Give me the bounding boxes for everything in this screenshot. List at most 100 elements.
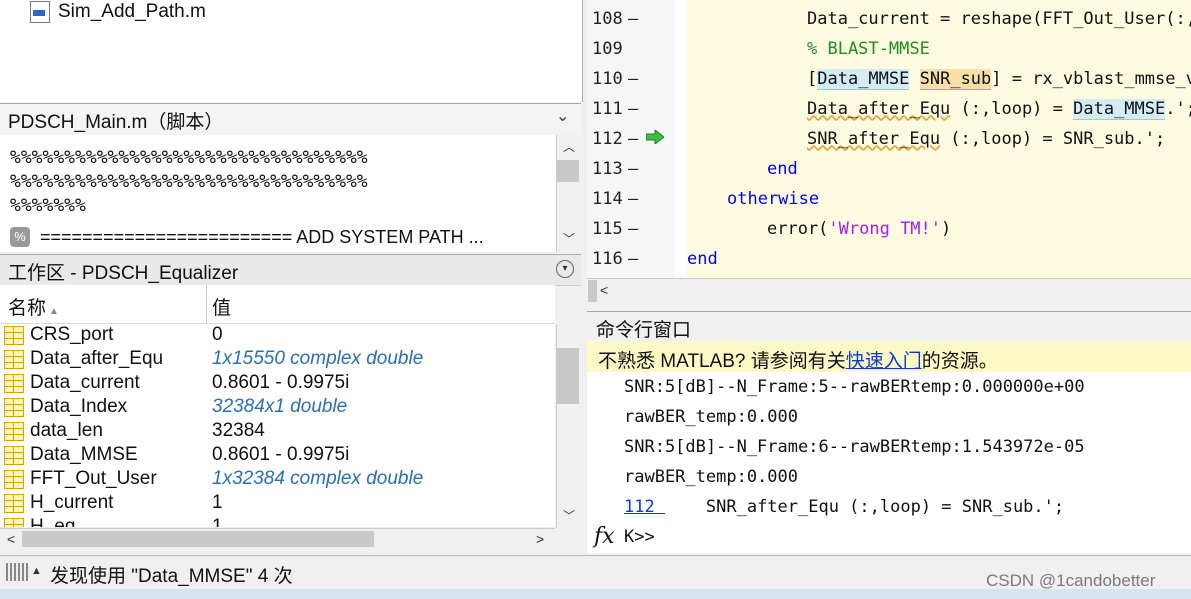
panel-menu-icon[interactable]: ▾	[556, 260, 574, 278]
workspace-hscroll-thumb[interactable]	[22, 531, 374, 547]
code-line-112: SNR_after_Equ (:,loop) = SNR_sub.';	[807, 129, 1165, 149]
cell-percent-icon: %	[10, 227, 30, 247]
workspace-row[interactable]: Data_Index 32384x1 double	[0, 396, 555, 420]
details-line: %%%%%%%%%%%%%%%%%%%%%%%%%%%%%%%%%	[10, 171, 368, 192]
column-value-header[interactable]: 值	[212, 293, 231, 320]
output-line: SNR:5[dB]--N_Frame:5--rawBERtemp:0.00000…	[624, 377, 1085, 397]
breakpoint-slot[interactable]: —	[628, 159, 638, 179]
matrix-icon	[4, 374, 24, 393]
variable-value: 1	[212, 516, 223, 527]
grip-icon[interactable]	[6, 563, 28, 581]
code-line-111: Data_after_Equ (:,loop) = Data_MMSE.';	[807, 99, 1191, 120]
variable-name: FFT_Out_User	[30, 468, 157, 489]
output-line: SNR:5[dB]--N_Frame:6--rawBERtemp:1.54397…	[624, 437, 1085, 457]
chevron-down-icon[interactable]: ⌄	[556, 106, 569, 126]
breakpoint-slot[interactable]: —	[628, 99, 638, 119]
debug-location-line: 112 SNR_after_Equ (:,loop) = SNR_sub.';	[624, 497, 1064, 517]
line-number: 110	[592, 69, 623, 89]
variable-name: H_current	[30, 492, 114, 513]
workspace-row[interactable]: Data_after_Equ 1x15550 complex double	[0, 348, 555, 372]
breakpoint-slot[interactable]: —	[628, 129, 638, 149]
code-token: (:,loop) = SNR_sub.';	[940, 129, 1166, 149]
matrix-icon	[4, 446, 24, 465]
variable-name: H_eq	[30, 516, 76, 527]
variable-value: 0	[212, 324, 223, 345]
details-line: %%%%%%%	[10, 195, 86, 216]
variable-value: 1	[212, 492, 223, 513]
file-item[interactable]: Sim_Add_Path.m	[30, 0, 206, 24]
line-number: 112	[592, 129, 623, 149]
details-title: PDSCH_Main.m（脚本）	[8, 112, 224, 133]
workspace-row[interactable]: data_len 32384	[0, 420, 555, 444]
code-token: [	[807, 69, 818, 89]
matrix-icon	[4, 422, 24, 441]
scroll-left-icon[interactable]: <	[600, 282, 608, 298]
matrix-icon	[4, 398, 24, 417]
status-text: 发现使用 "Data_MMSE" 4 次	[50, 566, 293, 587]
code-line-108: Data_current = reshape(FFT_Out_User(:,	[807, 9, 1191, 29]
code-line-110: [Data_MMSE SNR_sub] = rx_vblast_mmse_vB	[807, 69, 1191, 90]
code-token: )	[941, 219, 952, 239]
code-line-109: % BLAST-MMSE	[807, 39, 930, 59]
watermark: CSDN @1candobetter	[986, 571, 1156, 590]
variable-value: 0.8601 - 0.9975i	[212, 444, 350, 465]
scroll-down-icon[interactable]: ﹀	[563, 230, 575, 247]
code-token: error(	[767, 219, 829, 239]
editor-hscroll-thumb[interactable]	[588, 280, 597, 302]
code-token: SNR_after_Equ	[807, 129, 941, 149]
debug-line-code: SNR_after_Equ (:,loop) = SNR_sub.';	[664, 497, 1065, 517]
scroll-right-icon[interactable]: >	[536, 531, 544, 547]
scroll-left-icon[interactable]: <	[7, 531, 15, 547]
line-number: 111	[592, 99, 623, 119]
variable-name: data_len	[30, 420, 103, 441]
script-file-icon	[30, 1, 50, 23]
matrix-icon	[4, 350, 24, 369]
matrix-icon	[4, 470, 24, 489]
breakpoint-slot[interactable]: —	[628, 219, 638, 239]
variable-name: CRS_port	[30, 324, 114, 345]
line-number: 109	[592, 39, 623, 59]
line-number: 115	[592, 219, 623, 239]
workspace-row[interactable]: Data_current 0.8601 - 0.9975i	[0, 372, 555, 396]
breakpoint-slot[interactable]: —	[628, 189, 638, 209]
column-divider[interactable]	[206, 285, 207, 323]
code-line-114: otherwise	[727, 189, 820, 209]
quick-start-link[interactable]: 快速入门	[846, 351, 922, 372]
breakpoint-slot[interactable]: —	[628, 9, 638, 29]
current-line-arrow-icon	[646, 130, 664, 144]
command-prompt[interactable]: K>>	[624, 527, 655, 547]
details-scroll-thumb[interactable]	[557, 160, 579, 182]
banner-text: 不熟悉 MATLAB? 请参阅有关快速入门的资源。	[598, 346, 998, 373]
workspace-row[interactable]: H_eq 1	[0, 516, 555, 527]
variable-name: Data_current	[30, 372, 140, 393]
workspace-column-header	[0, 285, 555, 324]
caret-up-icon[interactable]: ▲	[31, 565, 42, 577]
line-number: 114	[592, 189, 623, 209]
scroll-up-icon[interactable]: ︿	[563, 138, 575, 155]
code-line-115: error('Wrong TM!')	[767, 219, 951, 239]
breakpoint-slot[interactable]: —	[628, 249, 638, 269]
variable-value: 32384x1 double	[212, 396, 348, 417]
code-line-113: end	[767, 159, 798, 179]
variable-value: 1x32384 complex double	[212, 468, 424, 489]
file-name: Sim_Add_Path.m	[58, 1, 206, 22]
command-window-title: 命令行窗口	[596, 320, 692, 341]
workspace-row[interactable]: FFT_Out_User 1x32384 complex double	[0, 468, 555, 492]
function-browser-icon[interactable]: fx	[594, 524, 615, 549]
variable-name: Data_after_Equ	[30, 348, 164, 369]
code-token: (:,loop) =	[950, 99, 1074, 119]
workspace-row[interactable]: Data_MMSE 0.8601 - 0.9975i	[0, 444, 555, 468]
breakpoint-slot[interactable]: —	[628, 69, 638, 89]
column-name-header[interactable]: 名称 ▲	[8, 293, 59, 320]
line-number: 113	[592, 159, 623, 179]
scroll-down-icon[interactable]: ﹀	[563, 507, 575, 524]
workspace-row[interactable]: H_current 1	[0, 492, 555, 516]
workspace-scroll-thumb[interactable]	[557, 348, 579, 404]
variable-value: 1x15550 complex double	[212, 348, 424, 369]
debug-line-link[interactable]: 112	[624, 497, 665, 517]
editor-hscrollbar[interactable]	[587, 278, 1191, 305]
matrix-icon	[4, 518, 24, 527]
command-window-body[interactable]	[587, 372, 1191, 553]
workspace-row[interactable]: CRS_port 0	[0, 324, 555, 348]
output-line: rawBER_temp:0.000	[624, 467, 798, 487]
